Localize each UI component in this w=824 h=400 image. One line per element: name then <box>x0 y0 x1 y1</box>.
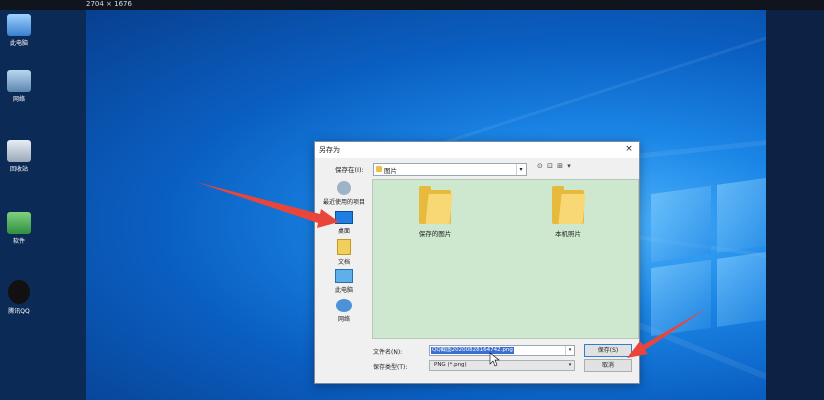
save-in-value: 图片 <box>384 167 397 175</box>
qq-penguin-icon <box>8 280 30 304</box>
recent-icon <box>337 181 351 195</box>
desktop-icon-this-pc[interactable]: 此电脑 <box>2 14 36 47</box>
recycle-bin-icon <box>7 140 31 162</box>
cancel-button[interactable]: 取消 <box>584 359 632 372</box>
filename-label: 文件名(N): <box>373 349 403 356</box>
left-desktop-strip <box>0 10 86 400</box>
file-list-pane[interactable]: 保存的图片 本机照片 <box>372 179 639 339</box>
filetype-value: PNG (*.png) <box>434 362 467 368</box>
dimensions-label: 2704 × 1676 <box>86 0 132 8</box>
right-desktop-strip <box>766 10 824 400</box>
dialog-title: 另存为 <box>319 146 340 154</box>
desktop-icon <box>335 211 353 224</box>
save-as-dialog: 另存为 × 保存在(I): 图片 ▾ ⊙ ⊡ ⊞ ▾ 最近使用的项目 桌面 文档… <box>314 141 640 384</box>
place-network[interactable]: 网络 <box>318 299 370 323</box>
filename-input[interactable]: QQ截图20200828164742.png ▾ <box>429 345 575 356</box>
folder-item-saved-pictures[interactable]: 保存的图片 <box>405 186 465 238</box>
desktop-icon-software[interactable]: 软件 <box>2 212 36 245</box>
save-button[interactable]: 保存(S) <box>584 344 632 357</box>
folder-icon <box>376 166 382 172</box>
chevron-down-icon: ▾ <box>568 362 572 368</box>
folder-icon <box>552 186 586 224</box>
view-toolbar[interactable]: ⊙ ⊡ ⊞ ▾ <box>537 162 572 170</box>
network-icon <box>7 70 31 92</box>
desktop-icon-recycle-bin[interactable]: 回收站 <box>2 140 36 173</box>
close-button[interactable]: × <box>623 143 635 155</box>
places-bar: 最近使用的项目 桌面 文档 此电脑 网络 <box>318 179 370 337</box>
chevron-down-icon: ▾ <box>516 164 525 175</box>
filename-value: QQ截图20200828164742.png <box>431 347 514 354</box>
save-in-dropdown[interactable]: 图片 ▾ <box>373 163 527 176</box>
place-documents[interactable]: 文档 <box>318 239 370 266</box>
save-in-label: 保存在(I): <box>335 166 364 174</box>
filetype-label: 保存类型(T): <box>373 364 408 371</box>
network-icon <box>336 299 352 312</box>
desktop-icon-network[interactable]: 网络 <box>2 70 36 103</box>
app-icon <box>7 212 31 234</box>
place-recent[interactable]: 最近使用的项目 <box>318 181 370 206</box>
folder-item-camera-roll[interactable]: 本机照片 <box>538 186 598 238</box>
filetype-dropdown[interactable]: PNG (*.png) ▾ <box>429 360 575 371</box>
documents-icon <box>337 239 351 255</box>
computer-icon <box>7 14 31 36</box>
chevron-down-icon: ▾ <box>565 346 574 355</box>
windows-logo-graphic <box>651 176 766 344</box>
folder-icon <box>419 186 453 224</box>
desktop-icon-qq[interactable]: 腾讯QQ <box>2 280 36 315</box>
place-desktop[interactable]: 桌面 <box>318 211 370 235</box>
place-this-pc[interactable]: 此电脑 <box>318 269 370 294</box>
screen-top-bar: 2704 × 1676 <box>0 0 824 10</box>
close-icon: × <box>625 144 633 154</box>
dialog-titlebar[interactable]: 另存为 × <box>315 142 639 158</box>
computer-icon <box>335 269 353 283</box>
